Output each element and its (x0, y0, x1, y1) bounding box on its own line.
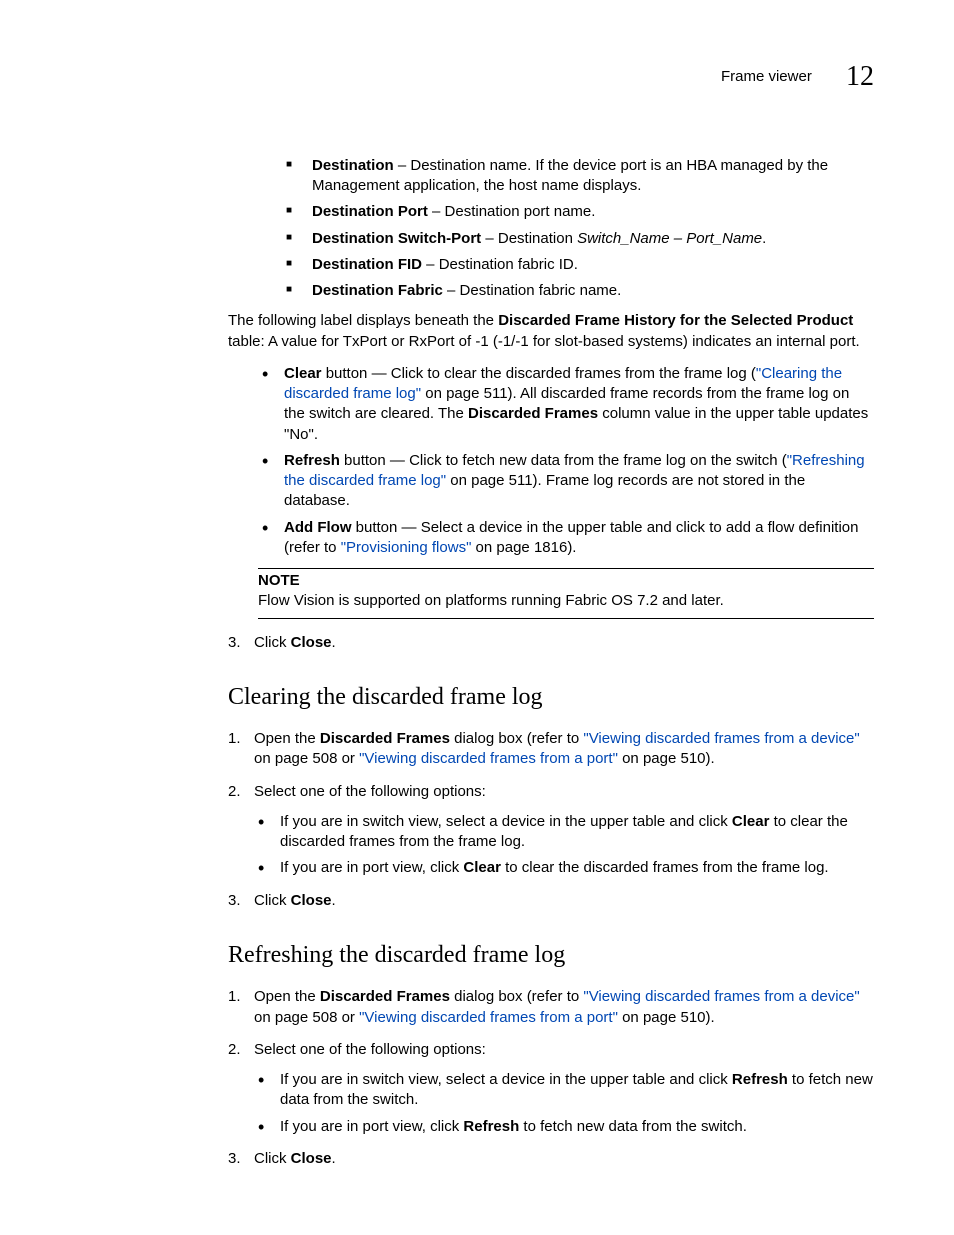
list-item: 2. Select one of the following options: … (228, 1040, 874, 1137)
ordered-list: 1. Open the Discarded Frames dialog box … (228, 729, 874, 911)
list-item: If you are in switch view, select a devi… (254, 1070, 874, 1111)
sub-bullet-list: If you are in switch view, select a devi… (254, 812, 874, 879)
page: Frame viewer 12 Destination – Destinatio… (0, 0, 954, 1235)
link-view-device[interactable]: "Viewing discarded frames from a device" (583, 988, 859, 1005)
list-item: 1. Open the Discarded Frames dialog box … (228, 729, 874, 770)
button-description-list: Clear button — Click to clear the discar… (258, 364, 874, 558)
heading-clearing: Clearing the discarded frame log (228, 681, 874, 713)
list-item: Clear button — Click to clear the discar… (258, 364, 874, 445)
sub-bullet-list: If you are in switch view, select a devi… (254, 1070, 874, 1137)
list-item: If you are in port view, click Clear to … (254, 858, 874, 878)
intro-paragraph: The following label displays beneath the… (228, 311, 874, 352)
list-item: Add Flow button — Select a device in the… (258, 518, 874, 559)
definition-list: Destination – Destination name. If the d… (286, 156, 874, 302)
list-item: If you are in switch view, select a devi… (254, 812, 874, 853)
list-item: Destination Fabric – Destination fabric … (286, 281, 874, 301)
list-item: 3. Click Close. (228, 891, 874, 911)
note-box: NOTE Flow Vision is supported on platfor… (258, 568, 874, 619)
list-item: If you are in port view, click Refresh t… (254, 1117, 874, 1137)
content-area: Destination – Destination name. If the d… (80, 156, 874, 1169)
list-item: Destination FID – Destination fabric ID. (286, 255, 874, 275)
list-item: 2. Select one of the following options: … (228, 782, 874, 879)
link-view-port[interactable]: "Viewing discarded frames from a port" (359, 1009, 618, 1026)
ordered-list: 1. Open the Discarded Frames dialog box … (228, 987, 874, 1169)
list-item: 1. Open the Discarded Frames dialog box … (228, 987, 874, 1028)
ordered-list: 3. Click Close. (228, 633, 874, 653)
link-view-device[interactable]: "Viewing discarded frames from a device" (583, 730, 859, 747)
list-item: Destination Switch-Port – Destination Sw… (286, 229, 874, 249)
list-item: 3. Click Close. (228, 633, 874, 653)
note-label: NOTE (258, 568, 874, 591)
list-item: Destination Port – Destination port name… (286, 202, 874, 222)
list-item: Refresh button — Click to fetch new data… (258, 451, 874, 512)
list-item: 3. Click Close. (228, 1149, 874, 1169)
note-body: Flow Vision is supported on platforms ru… (258, 591, 874, 618)
link-provisioning-flows[interactable]: "Provisioning flows" (341, 539, 472, 556)
chapter-number: 12 (846, 58, 874, 96)
heading-refreshing: Refreshing the discarded frame log (228, 939, 874, 971)
list-item: Destination – Destination name. If the d… (286, 156, 874, 197)
link-view-port[interactable]: "Viewing discarded frames from a port" (359, 750, 618, 767)
header-title: Frame viewer (721, 67, 812, 87)
running-header: Frame viewer 12 (80, 58, 874, 96)
